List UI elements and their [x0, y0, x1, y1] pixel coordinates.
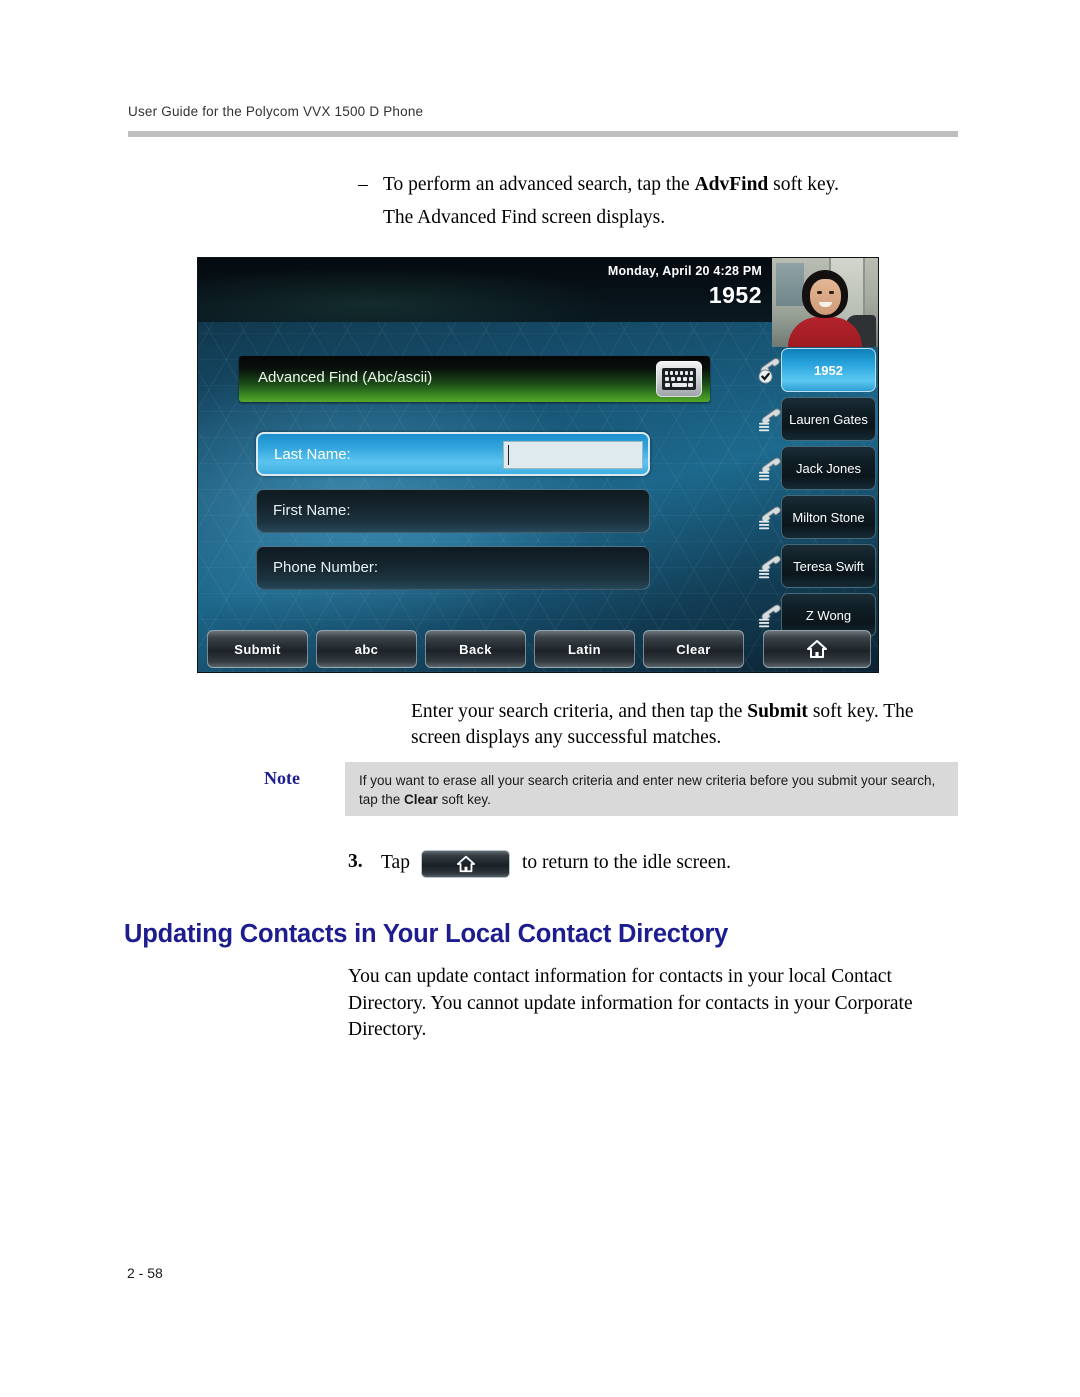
submit-instruction-paragraph: Enter your search criteria, and then tap…: [411, 699, 951, 751]
bullet-dash-marker: –: [358, 174, 368, 195]
line-key-1952[interactable]: 1952: [758, 347, 878, 393]
softkey-label: Latin: [567, 641, 602, 657]
softkey-home[interactable]: [763, 630, 871, 668]
note-box: If you want to erase all your search cri…: [345, 762, 958, 816]
bullet-line-1-text-b: soft key.: [768, 174, 840, 195]
line-key-list: 1952 Lauren Gates Jack Jones Milton Ston…: [758, 347, 878, 641]
last-name-field[interactable]: Last Name:: [256, 432, 650, 476]
keyboard-icon-glyph: [662, 368, 696, 390]
bullet-line-1-text-a: To perform an advanced search, tap the: [383, 174, 695, 195]
advanced-search-bullet: – To perform an advanced search, tap the…: [358, 168, 963, 234]
inline-home-button-illustration: [421, 850, 510, 878]
softkey-label: Submit: [234, 641, 281, 657]
line-key-label: Z Wong: [805, 607, 852, 623]
first-name-field[interactable]: First Name:: [256, 489, 650, 533]
video-person-eye-right: [829, 291, 835, 295]
soft-key-bar: Submit abc Back Latin Clear: [198, 626, 878, 672]
text-caret: [508, 445, 509, 465]
bullet-line-2: The Advanced Find screen displays.: [383, 207, 666, 228]
step-3-tap-word: Tap: [381, 852, 410, 873]
status-datetime: Monday, April 20 4:28 PM: [607, 264, 762, 278]
home-icon: [807, 640, 827, 658]
advanced-find-title: Advanced Find (Abc/ascii): [258, 369, 433, 386]
video-person-eye-left: [816, 291, 822, 295]
softkey-clear[interactable]: Clear: [643, 630, 744, 668]
advfind-softkey-mention: AdvFind: [694, 174, 769, 195]
step-3-number: 3.: [348, 851, 363, 872]
phone-screen-screenshot: Monday, April 20 4:28 PM 1952 Advanced F…: [197, 257, 879, 673]
section-paragraph: You can update contact information for c…: [348, 966, 913, 1040]
last-name-label: Last Name:: [274, 446, 351, 463]
softkey-label: abc: [354, 641, 379, 657]
status-extension: 1952: [708, 282, 762, 308]
line-key-label: Milton Stone: [792, 509, 865, 525]
softkey-label: Clear: [676, 641, 711, 657]
softkey-abc[interactable]: abc: [316, 630, 417, 668]
softkey-submit[interactable]: Submit: [207, 630, 308, 668]
phone-status-bar: Monday, April 20 4:28 PM 1952: [198, 258, 774, 322]
line-key-label: 1952: [814, 362, 843, 378]
submit-softkey-mention: Submit: [747, 701, 808, 722]
line-key-label: Teresa Swift: [793, 558, 864, 574]
phone-number-label: Phone Number:: [273, 559, 379, 576]
video-self-view-thumbnail[interactable]: [772, 258, 878, 347]
line-key-1952-button[interactable]: 1952: [781, 348, 876, 392]
section-heading: Updating Contacts in Your Local Contact …: [124, 920, 729, 948]
softkey-latin[interactable]: Latin: [534, 630, 635, 668]
clear-softkey-mention: Clear: [404, 792, 438, 807]
keyboard-icon[interactable]: [656, 361, 702, 397]
line-key-label: Lauren Gates: [789, 411, 868, 427]
softkey-label: Back: [459, 641, 492, 657]
line-key-teresa-swift-button[interactable]: Teresa Swift: [781, 544, 876, 588]
line-key-jack-jones[interactable]: Jack Jones: [758, 445, 878, 491]
first-name-label: First Name:: [273, 502, 351, 519]
line-key-label: Jack Jones: [795, 460, 862, 476]
line-key-milton-stone[interactable]: Milton Stone: [758, 494, 878, 540]
line-key-jack-jones-button[interactable]: Jack Jones: [781, 446, 876, 490]
home-icon: [456, 855, 475, 873]
note-label: Note: [264, 768, 300, 788]
submit-instruction-text-a: Enter your search criteria, and then tap…: [411, 701, 748, 722]
bullet-line-1: – To perform an advanced search, tap the…: [358, 168, 963, 201]
step-3-tail-text: to return to the idle screen.: [522, 852, 732, 873]
last-name-input[interactable]: [503, 441, 643, 469]
line-key-lauren-gates[interactable]: Lauren Gates: [758, 396, 878, 442]
note-text-b: soft key.: [437, 792, 491, 807]
header-divider: [128, 131, 958, 137]
page-number: 2 - 58: [127, 1265, 163, 1281]
phone-number-field[interactable]: Phone Number:: [256, 546, 650, 590]
softkey-back[interactable]: Back: [425, 630, 526, 668]
line-key-milton-stone-button[interactable]: Milton Stone: [781, 495, 876, 539]
video-person-smile: [818, 302, 833, 308]
note-text: If you want to erase all your search cri…: [359, 771, 948, 809]
line-key-lauren-gates-button[interactable]: Lauren Gates: [781, 397, 876, 441]
video-background-panel: [776, 263, 804, 307]
advanced-find-title-bar: Advanced Find (Abc/ascii): [239, 356, 710, 402]
running-head: User Guide for the Polycom VVX 1500 D Ph…: [128, 104, 424, 119]
line-key-teresa-swift[interactable]: Teresa Swift: [758, 543, 878, 589]
